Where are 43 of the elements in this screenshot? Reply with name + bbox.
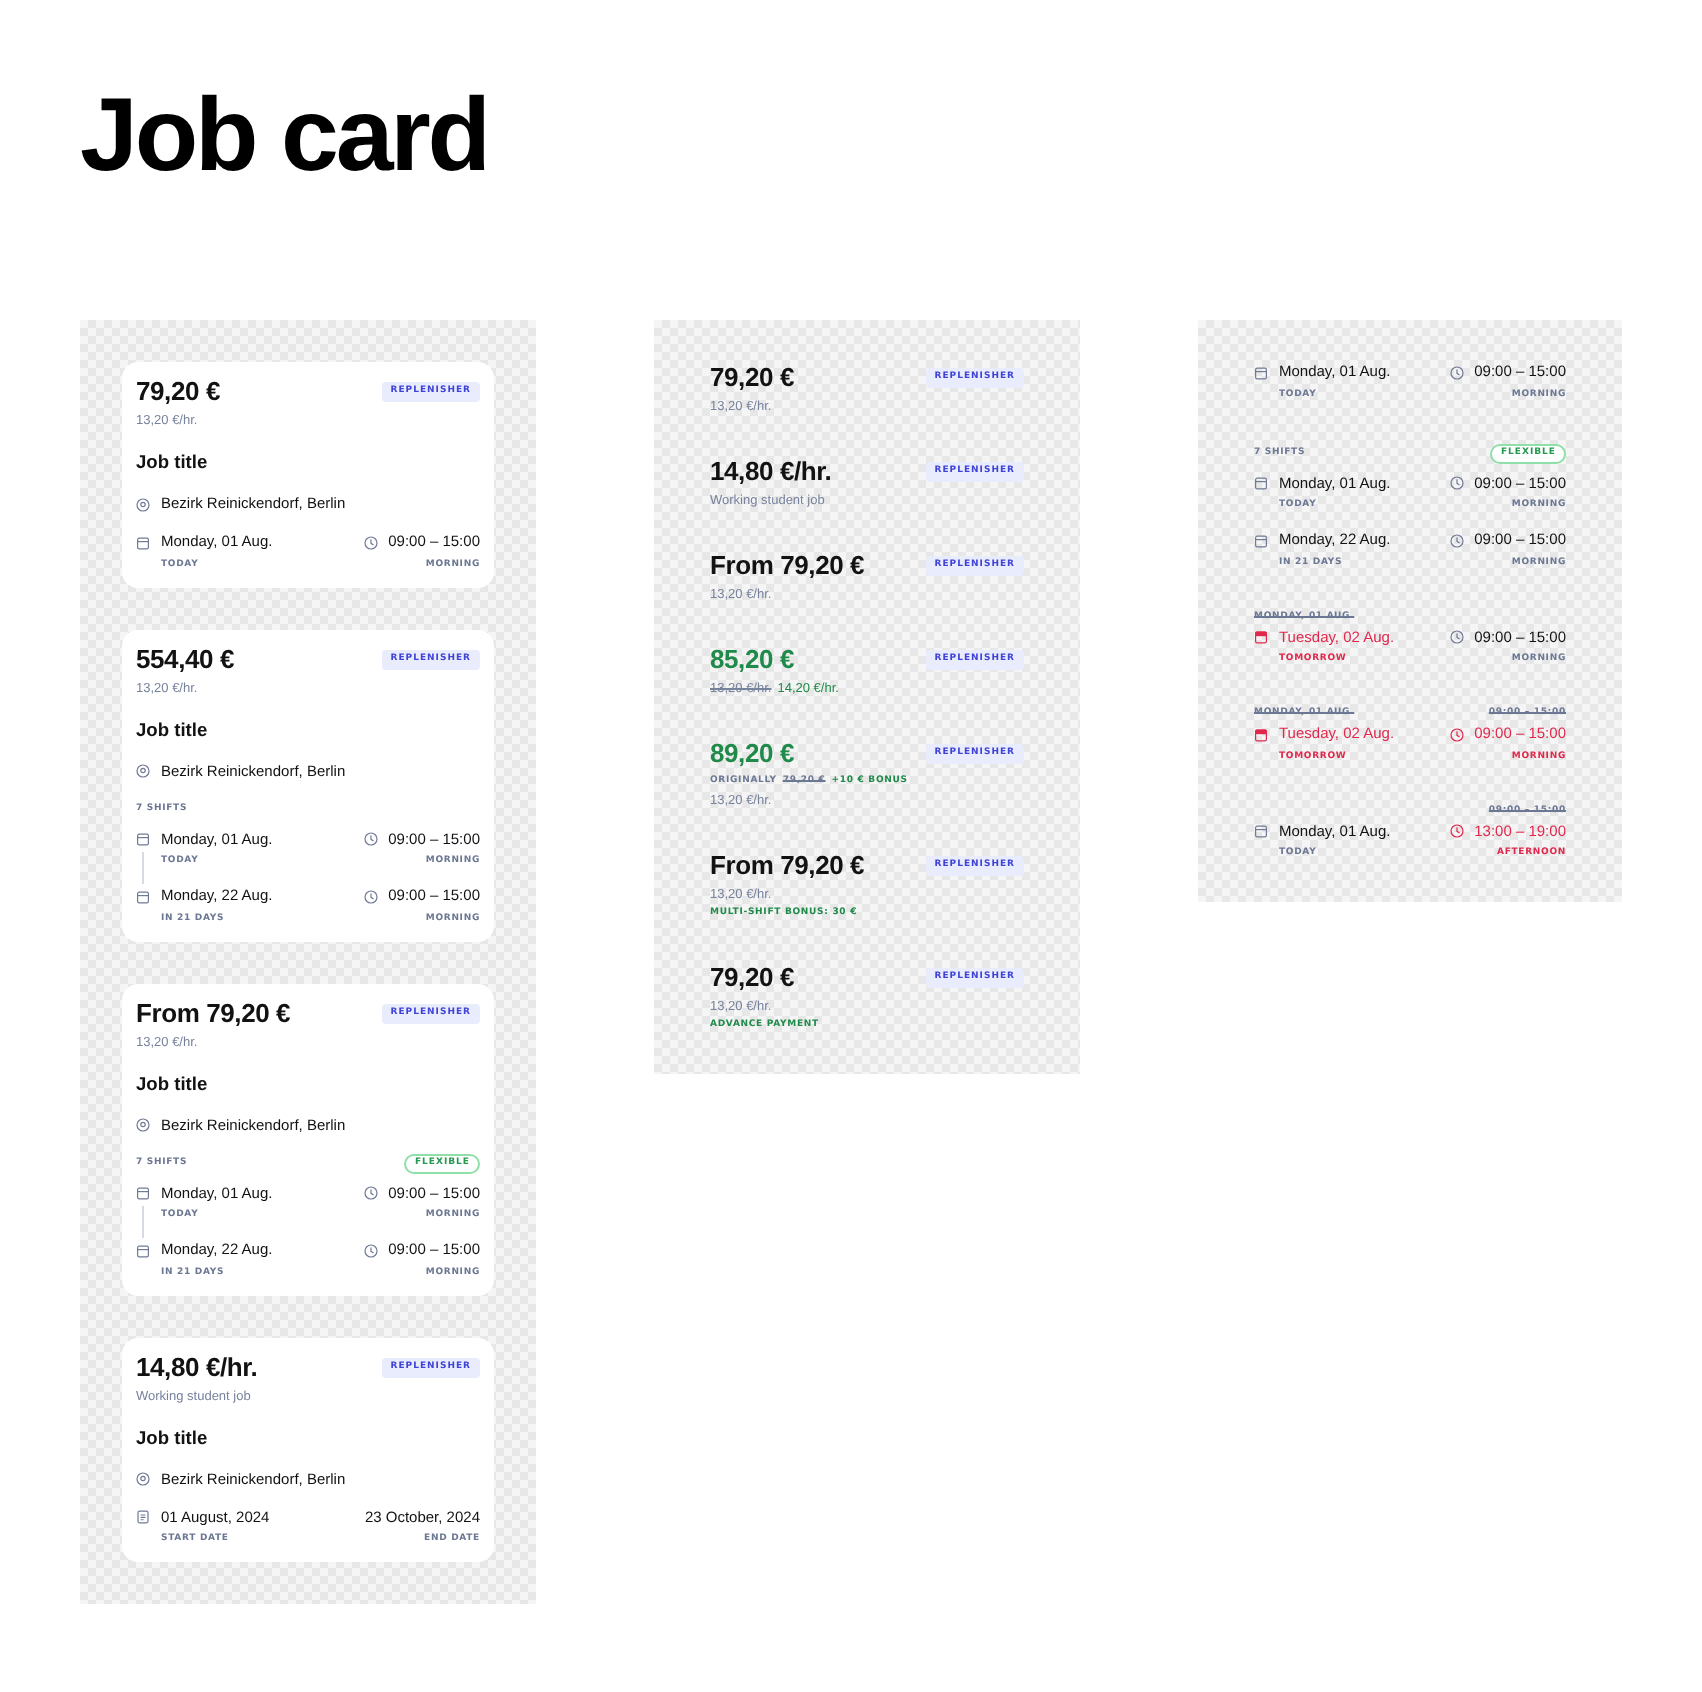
calendar-icon — [136, 832, 150, 846]
price-amount: 554,40 € — [136, 643, 235, 675]
job-title: Job title — [136, 719, 208, 741]
price-amount: 89,20 € — [710, 738, 794, 770]
clock-icon — [363, 535, 378, 549]
calendar-icon — [1254, 365, 1268, 379]
price-amount: 79,20 € — [710, 962, 794, 994]
clock-icon — [363, 1186, 378, 1200]
price-amount: 14,80 €/hr. — [710, 456, 832, 488]
price-amount: From 79,20 € — [710, 850, 865, 882]
document-icon — [136, 1510, 150, 1524]
job-title: Job title — [136, 452, 208, 474]
calendar-icon — [136, 1243, 150, 1257]
job-title: Job title — [136, 1427, 208, 1449]
clock-icon — [363, 1243, 378, 1257]
clock-icon — [1449, 365, 1464, 379]
price-amount: 79,20 € — [710, 362, 794, 394]
clock-icon — [1449, 630, 1464, 644]
calendar-icon — [1254, 630, 1268, 644]
price-amount: From 79,20 € — [136, 997, 291, 1029]
clock-icon — [1449, 824, 1464, 838]
location-icon — [136, 1118, 150, 1132]
clock-icon — [1449, 533, 1464, 547]
calendar-icon — [136, 889, 150, 903]
calendar-icon — [1254, 476, 1268, 490]
calendar-icon — [1254, 824, 1268, 838]
location-icon — [136, 764, 150, 778]
clock-icon — [363, 889, 378, 903]
location-icon — [136, 1472, 150, 1486]
price-amount: From 79,20 € — [710, 550, 865, 582]
job-title: Job title — [136, 1073, 208, 1095]
clock-icon — [1449, 476, 1464, 490]
price-amount: 79,20 € — [136, 376, 220, 408]
price-amount: 14,80 €/hr. — [136, 1351, 258, 1383]
price-amount: 85,20 € — [710, 644, 794, 676]
calendar-icon — [136, 535, 150, 549]
calendar-icon — [1254, 533, 1268, 547]
page-title: Job card — [80, 80, 488, 192]
clock-icon — [1449, 727, 1464, 741]
calendar-icon — [136, 1186, 150, 1200]
calendar-icon — [1254, 727, 1268, 741]
clock-icon — [363, 832, 378, 846]
location-icon — [136, 497, 150, 511]
